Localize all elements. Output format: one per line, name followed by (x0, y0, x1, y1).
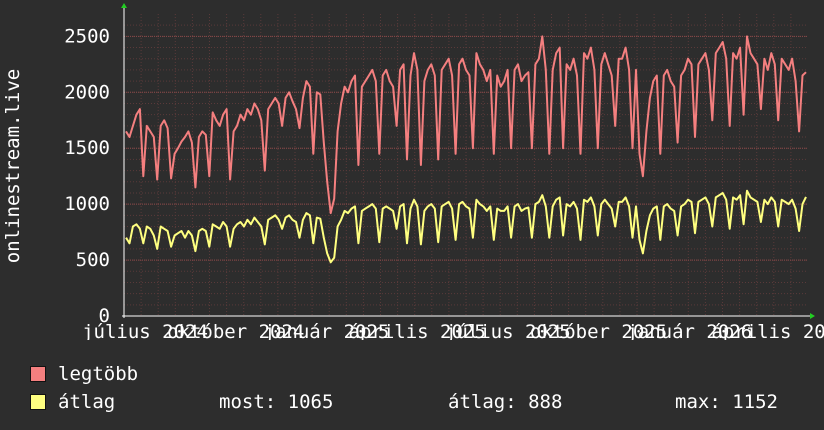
y-tick-label: 1000 (64, 193, 110, 215)
legend-label-atlag: átlag (58, 391, 116, 413)
stat-max-label: max: (675, 391, 721, 413)
x-tick-labels: július 2024október 2024január 2025áprili… (82, 321, 824, 340)
grid (123, 14, 808, 317)
stat-average-value: 888 (528, 391, 563, 413)
y-tick-label: 1500 (64, 137, 110, 159)
legend-label-legtobb: legtöbb (58, 363, 139, 385)
y-tick-labels: 05001000150020002500 (64, 25, 110, 327)
stat-max: max: 1152 (675, 389, 778, 415)
x-tick-label: április 2026 (711, 321, 824, 340)
legend-item-atlag: átlag most: 1065 átlag: 888 max: 1152 (30, 389, 820, 415)
y-tick-label: 2000 (64, 81, 110, 103)
stat-average-label: átlag: (448, 391, 517, 413)
stat-current-value: 1065 (287, 391, 334, 413)
stat-current-label: most: (219, 391, 277, 413)
stat-average: átlag: 888 (448, 389, 562, 415)
y-axis-arrow (121, 3, 127, 8)
y-tick-label: 2500 (64, 25, 110, 47)
legend-swatch-atlag (30, 394, 46, 410)
legend-swatch-legtobb (30, 366, 46, 382)
stat-current: most: 1065 (219, 389, 333, 415)
stat-max-value: 1152 (732, 391, 778, 413)
y-tick-label: 500 (76, 249, 110, 271)
legend-item-legtobb: legtöbb (30, 361, 820, 387)
y-axis-label: onlinestream.live (2, 69, 24, 263)
axes (121, 3, 815, 319)
line-chart: 05001000150020002500 július 2024október … (2, 3, 824, 340)
x-axis-arrow (810, 313, 815, 319)
